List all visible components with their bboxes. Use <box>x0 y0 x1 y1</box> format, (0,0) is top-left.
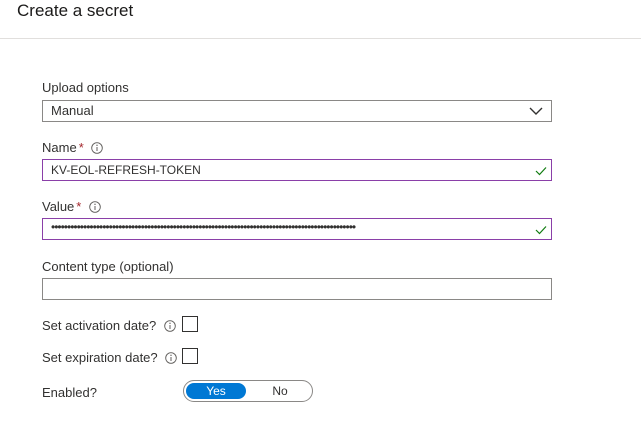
info-icon[interactable] <box>91 141 104 154</box>
chevron-down-icon <box>529 107 543 115</box>
info-icon[interactable] <box>164 319 176 332</box>
expiration-date-label-row: Set expiration date? <box>42 350 178 366</box>
activation-date-checkbox[interactable] <box>182 316 198 332</box>
create-secret-panel: Create a secret Upload options Manual Na… <box>0 0 641 425</box>
masked-secret-value: ••••••••••••••••••••••••••••••••••••••••… <box>51 220 356 234</box>
name-input-value: KV-EOL-REFRESH-TOKEN <box>51 163 201 177</box>
enabled-yes-option[interactable]: Yes <box>186 383 246 399</box>
checkmark-icon <box>535 226 547 235</box>
upload-options-label: Upload options <box>42 80 129 95</box>
activation-date-label-row: Set activation date? <box>42 318 176 334</box>
enabled-toggle[interactable]: Yes No <box>183 380 313 402</box>
info-icon[interactable] <box>89 200 101 213</box>
expiration-date-checkbox[interactable] <box>182 348 198 364</box>
content-type-input[interactable] <box>42 278 552 300</box>
required-asterisk: * <box>76 199 82 214</box>
info-icon[interactable] <box>165 351 178 364</box>
name-label-row: Name * <box>42 140 104 156</box>
value-password-input[interactable]: ••••••••••••••••••••••••••••••••••••••••… <box>42 218 552 240</box>
required-asterisk: * <box>78 140 84 155</box>
checkmark-icon <box>535 167 547 176</box>
upload-options-selected-value: Manual <box>51 103 94 118</box>
activation-date-label: Set activation date? <box>42 318 157 333</box>
value-label: Value <box>42 199 75 214</box>
expiration-date-label: Set expiration date? <box>42 350 158 365</box>
name-label: Name <box>42 140 77 155</box>
value-label-row: Value * <box>42 199 101 215</box>
enabled-no-option[interactable]: No <box>250 383 310 399</box>
header-divider <box>0 38 641 39</box>
content-type-label: Content type (optional) <box>42 259 174 274</box>
upload-options-dropdown[interactable]: Manual <box>42 100 552 122</box>
name-input[interactable]: KV-EOL-REFRESH-TOKEN <box>42 159 552 181</box>
enabled-label: Enabled? <box>42 385 97 400</box>
page-title: Create a secret <box>17 1 134 20</box>
